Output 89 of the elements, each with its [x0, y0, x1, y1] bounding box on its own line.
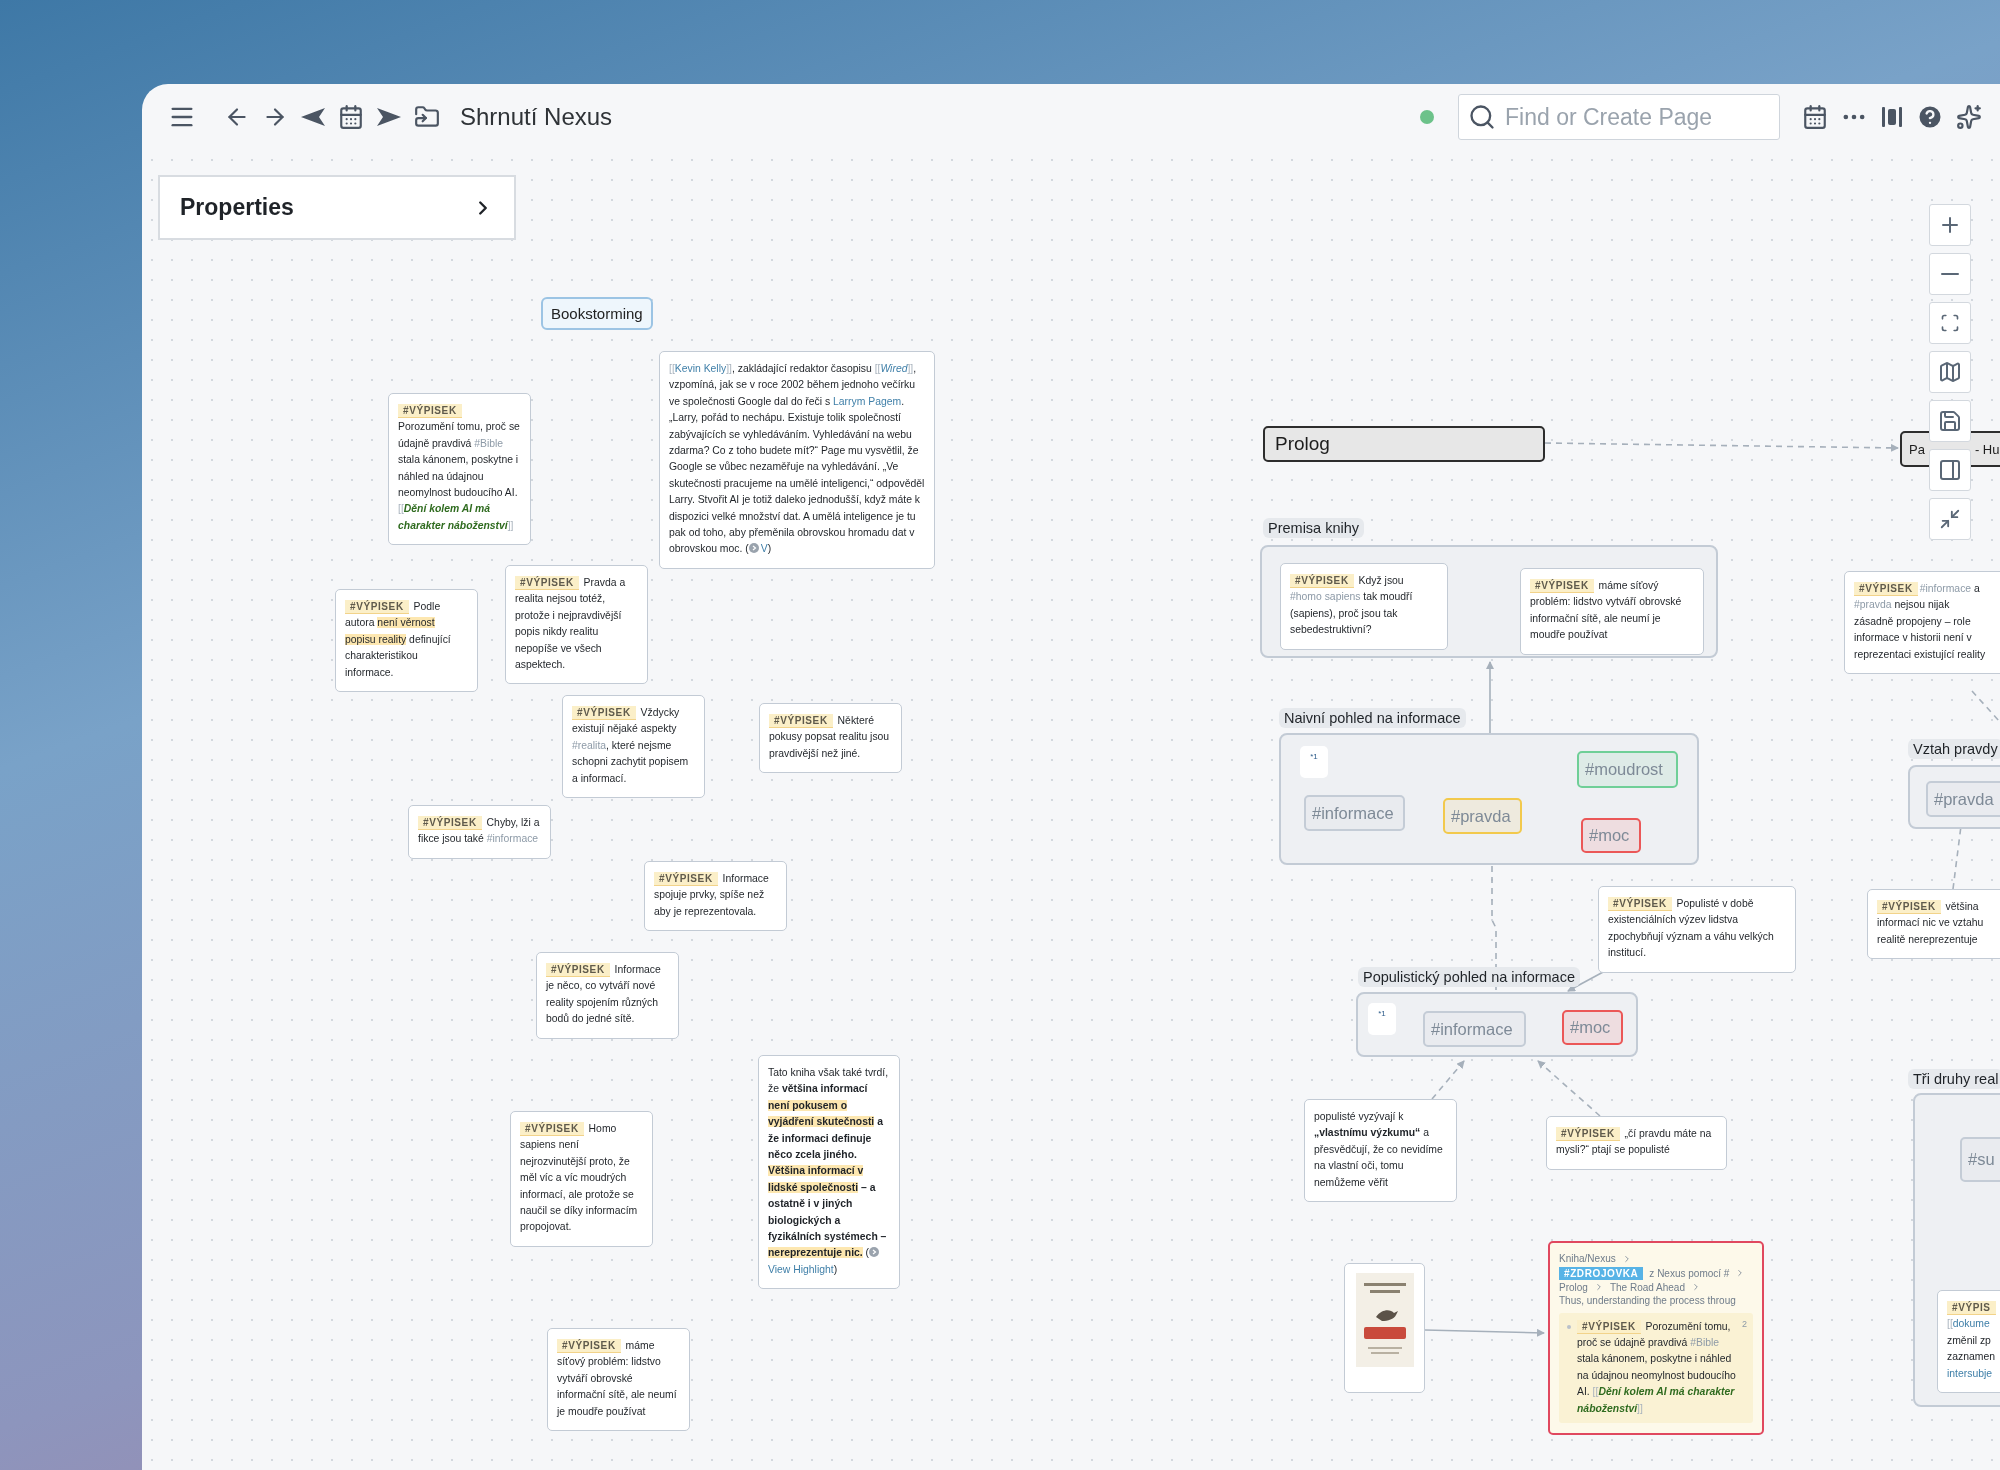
- tag-node[interactable]: #informace: [1304, 795, 1405, 831]
- tag-node[interactable]: #su: [1960, 1137, 2000, 1182]
- note-text: #VÝPISEK většina informací nic ve vztahu realitě nereprezentuje: [1877, 899, 1985, 947]
- link[interactable]: V: [760, 543, 768, 555]
- tag-link[interactable]: #homo sapiens: [1290, 591, 1361, 603]
- count-badge: *1: [1300, 746, 1328, 778]
- page-title: Shrnutí Nexus: [460, 103, 613, 131]
- note-text: #VÝPISEK Informace spojuje prvky, spíše než aby je reprezentovala.: [654, 871, 770, 919]
- note-text: #VÝPISEK Vždycky existují nějaké aspekty #realita, které nejsme schopni zachytit popisem a informací.: [572, 705, 690, 786]
- source-tag[interactable]: #ZDROJOVKA: [1559, 1266, 1644, 1280]
- note-text: #VÝPISEK Chyby, lži a fikce jsou také #informace: [418, 815, 541, 847]
- note-text: [[Kevin Kelly]], zakládající redaktor časopisu [[Wired]], vzpomíná, jak se v roce 2002 během jednoho večírku ve společnosti Google dal do řeči s Larrym Pagem. „Larry, pořád to nechápu. Existuje tolik společností zabývajících se vyhledáváním. Vyhledávání na webu zdarma? Co z toho budete mít?“ Page mu vysvětlil, že Google se vůbec nezaměřuje na vyhledávání. „Ve skutečnosti pracujeme na umělé inteligenci,“ odpověděl Larry. Stvořit AI je totiž daleko jednodušší, když máte k dispozici velké množství dat. A umělá inteligence je tu pak od toho, aby přeměnila obrovskou hromadu dat v obrovskou moc. ( V): [669, 362, 925, 557]
- help-icon[interactable]: [1916, 103, 1944, 131]
- calendar-icon[interactable]: [1802, 104, 1828, 130]
- tag-node[interactable]: #informace: [1423, 1011, 1526, 1047]
- note-text: #VÝPISEK Porozumění tomu, proč se údajně pravdivá #Bible stala kánonem, poskytne i náhled na údajnou neomylnost budoucího AI. [[Dění kolem AI má charakter náboženství]]: [1577, 1318, 1736, 1416]
- note-text: #VÝPISEK Když jsou #homo sapiens tak moudří (sapiens), proč jsou tak sebedestruktivní?: [1290, 573, 1414, 638]
- tag-link[interactable]: #informace: [1919, 583, 1972, 594]
- link[interactable]: Wired: [880, 363, 908, 374]
- tag-link[interactable]: #Bible: [1690, 1336, 1720, 1348]
- sparkles-icon[interactable]: [1956, 104, 1982, 130]
- reference-count: 2: [1742, 1318, 1747, 1329]
- page-node[interactable]: Prolog: [1263, 426, 1545, 462]
- note-text: #VÝPISEK máme síťový problém: lidstvo vytváří obrovské informační sítě, ale neumí je moudře používat: [557, 1338, 678, 1419]
- sidebar-icon[interactable]: [1880, 105, 1904, 129]
- excerpt-text: Thus, understanding the process throug: [1559, 1295, 1736, 1307]
- canvas-label: Bookstorming: [541, 297, 653, 330]
- note-text: populisté vyzývají k „vlastnímu výzkumu“ a přesvědčují, že co nevidíme na vlastní oči, tomu nemůžeme věřit: [1314, 1110, 1444, 1190]
- link[interactable]: intersubje: [1947, 1367, 1993, 1379]
- group-title: Premisa knihy: [1263, 518, 1365, 538]
- save-button[interactable]: [1929, 400, 1971, 442]
- link[interactable]: Kevin Kelly: [674, 363, 727, 374]
- breadcrumb-link[interactable]: Kniha/Nexus: [1559, 1253, 1616, 1265]
- note-text: #VÝPISEK Informace je něco, co vytváří nové reality spojením různých bodů do jedné sítě.: [546, 962, 662, 1027]
- tag-link[interactable]: #Bible: [474, 437, 504, 449]
- note-text: #VÝPISEK „čí pravdu máte na mysli?“ ptají se populisté: [1556, 1126, 1713, 1158]
- title-fragment: Pa: [1909, 441, 1925, 457]
- search-field[interactable]: Find or Create Page: [1458, 94, 1780, 140]
- note-text: Tato kniha však také tvrdí, že většina informací není pokusem o vyjádření skutečnosti a že informaci definuje něco zcela jiného. Většina informací v lidské společnosti – a ostatně i v jiných biologických a fyzikálních systémech – nereprezentuje nic. ( View Highlight): [768, 1066, 890, 1277]
- collapse-button[interactable]: [1929, 498, 1971, 540]
- tag-node[interactable]: #moc: [1562, 1010, 1623, 1045]
- status-dot: [1420, 110, 1434, 124]
- count-badge: *1: [1368, 1003, 1396, 1035]
- tag-node[interactable]: #pravda: [1926, 781, 2000, 817]
- tag-node[interactable]: #pravda: [1443, 798, 1522, 834]
- note-text: #VÝPISEK máme síťový problém: lidstvo vytváří obrovské informační sítě, ale neumí je moudře používat: [1530, 578, 1683, 643]
- note-text: #VÝPISEK Pravda a realita nejsou totéž, protože i nejpravdivější popis nikdy realitu nepopíše ve všech aspektech.: [515, 575, 627, 673]
- note-text: #VÝPISEK Porozumění tomu, proč se údajně pravdivá #Bible stala kánonem, poskytne i náhled na údajnou neomylnost budoucího AI. [[Dění kolem AI má charakter náboženství]]: [398, 403, 521, 533]
- right-pointer-icon[interactable]: [376, 106, 402, 128]
- zoom-in-button[interactable]: [1929, 204, 1971, 246]
- panel-icon: [1938, 458, 1962, 482]
- tag-node[interactable]: #moc: [1581, 818, 1641, 853]
- tag-link[interactable]: #informace: [486, 833, 539, 845]
- map-icon: [1938, 360, 1962, 384]
- group-title: Naivní pohled na informace: [1279, 708, 1466, 728]
- group-title: Tři druhy real: [1908, 1069, 2000, 1089]
- panel-button[interactable]: [1929, 449, 1971, 491]
- tag-node[interactable]: #moudrost: [1577, 751, 1678, 788]
- breadcrumb-link[interactable]: The Road Ahead: [1609, 1281, 1685, 1293]
- play-icon[interactable]: [869, 1247, 880, 1258]
- folder-arrow-icon[interactable]: [414, 104, 440, 130]
- play-icon[interactable]: [748, 543, 759, 554]
- save-icon: [1938, 409, 1962, 433]
- left-pointer-icon[interactable]: [300, 106, 326, 128]
- fit-view-icon: [1940, 313, 1960, 333]
- tag-link[interactable]: #pravda: [1854, 599, 1892, 611]
- note-text: #VÝPISEK Homo sapiens není nejrozvinutější proto, že měl víc a víc moudrých informací, ale protože se naučil se díky informacím propojovat.: [520, 1121, 639, 1235]
- link[interactable]: dokume: [1952, 1318, 1990, 1330]
- breadcrumb-link[interactable]: Prolog: [1559, 1281, 1588, 1293]
- breadcrumb-link[interactable]: z Nexus pomocí #: [1649, 1267, 1730, 1279]
- group-title: Vztah pravdy: [1908, 739, 2000, 759]
- calendar-icon[interactable]: [338, 104, 364, 130]
- properties-toggle[interactable]: Properties: [158, 175, 516, 240]
- title-fragment: - Hu: [1974, 441, 2000, 457]
- note-text: #VÝPIS [[dokume změnil zp zaznamen intersubje: [1947, 1300, 1997, 1381]
- search-icon: [1468, 103, 1496, 131]
- bullet-icon: [1567, 1324, 1571, 1329]
- dashed-connector: [1971, 690, 2000, 723]
- map-button[interactable]: [1929, 351, 1971, 393]
- shrink-icon: [1939, 508, 1961, 530]
- dashed-arrow: [1431, 1060, 1465, 1100]
- note-text: #VÝPISEK #informace a #pravda nejsou nijak zásadně propojeny – role informace v historii není v reprezentaci existující reality: [1854, 581, 1987, 662]
- note-text: #VÝPISEK Podle autora není věrnost popisu reality definující charakteristikou informace.: [345, 599, 452, 680]
- note-text: #VÝPISEK Populisté v době existenciálních výzev lidstva zpochybňují význam a váhu velkých institucí.: [1608, 896, 1775, 961]
- group-title: Populistický pohled na informace: [1358, 967, 1580, 987]
- minus-icon: [1941, 273, 1959, 275]
- note-text: #VÝPISEK Některé pokusy popsat realitu jsou pravdivější než jiné.: [769, 713, 891, 761]
- dashed-arrow: [1537, 1060, 1601, 1117]
- link[interactable]: View Highlight: [768, 1263, 834, 1275]
